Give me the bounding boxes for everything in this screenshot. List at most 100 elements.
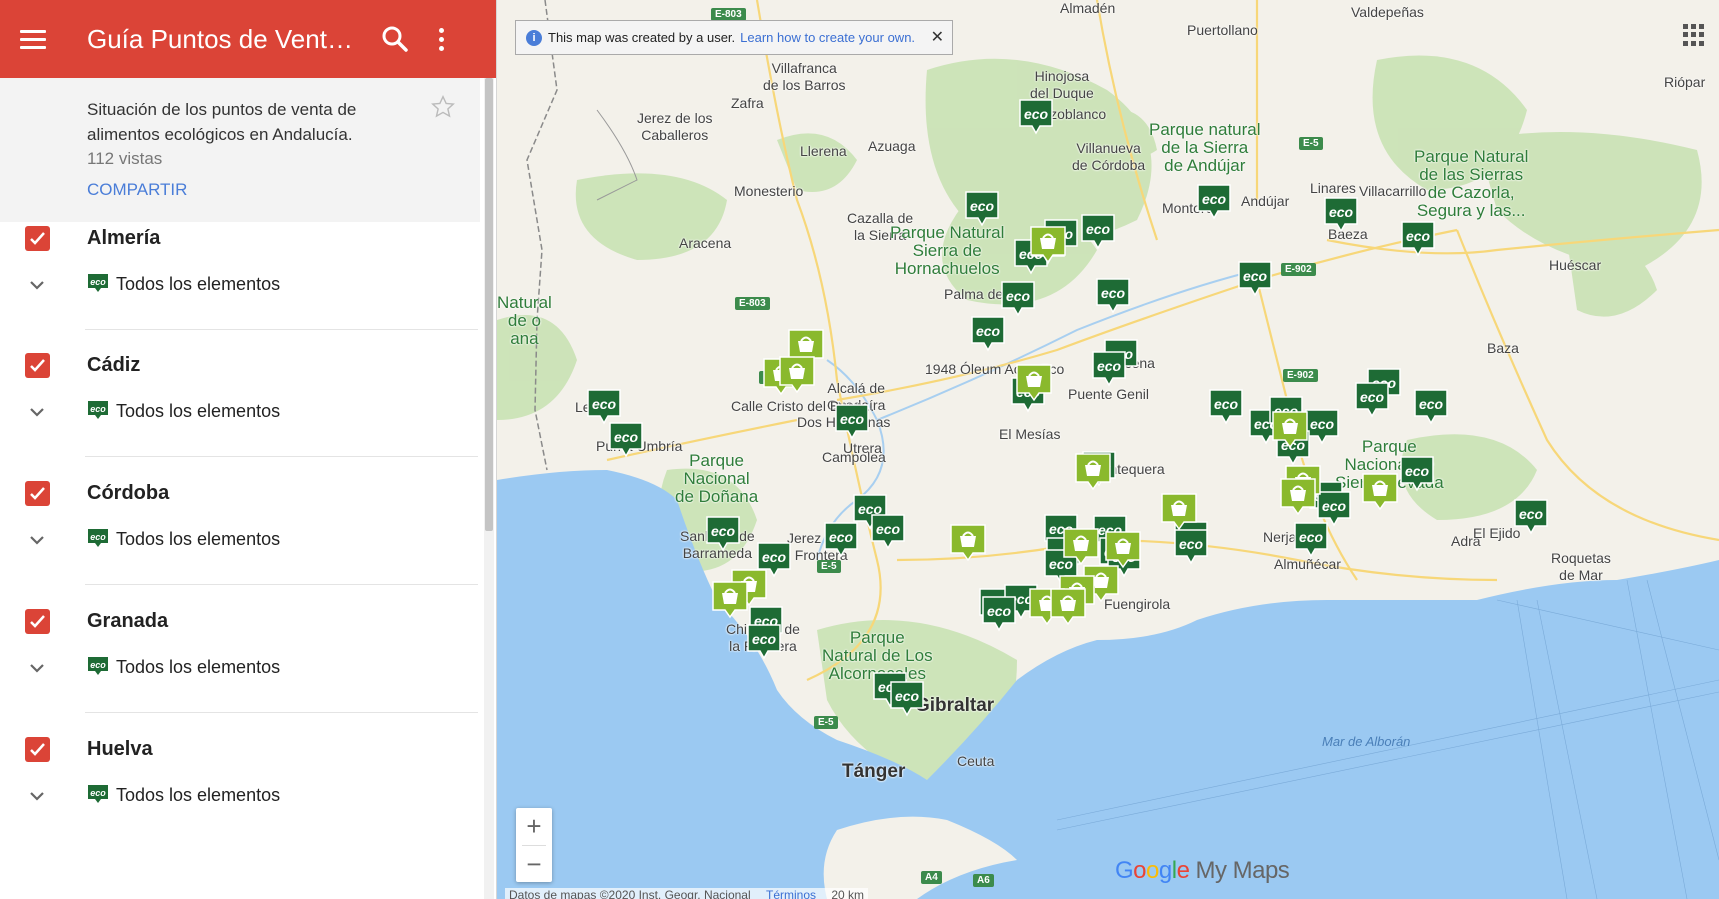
app-header: Guía Puntos de Venta Andalucía — [0, 0, 496, 78]
svg-text:eco: eco — [1101, 285, 1126, 301]
eco-marker[interactable]: eco — [706, 516, 740, 557]
place-label-campolea: Campolea — [822, 449, 886, 465]
shop-marker[interactable] — [712, 581, 748, 624]
zoom-out-button[interactable]: − — [516, 846, 552, 883]
road-badge: E-5 — [814, 716, 838, 729]
eco-marker[interactable]: eco — [1305, 409, 1339, 450]
eco-marker[interactable]: eco — [1238, 261, 1272, 302]
svg-text:eco: eco — [592, 396, 617, 412]
eco-marker[interactable]: eco — [982, 596, 1016, 637]
place-label-huescar: Huéscar — [1549, 257, 1602, 273]
menu-icon[interactable] — [20, 21, 56, 57]
chevron-down-icon[interactable] — [26, 785, 48, 807]
place-label-el_mesias: El Mesías — [999, 426, 1061, 442]
eco-marker[interactable]: eco — [1081, 214, 1115, 255]
park-label-cazorla: Parque Natural de las Sierras de Cazorla, S… — [1414, 147, 1529, 220]
eco-icon: eco — [87, 400, 109, 419]
eco-marker[interactable]: eco — [1197, 184, 1231, 225]
map-data-attribution: Datos de mapas ©2020 Inst. Geogr. Nacion… — [509, 888, 751, 899]
road-badge: E-5 — [1299, 137, 1323, 150]
eco-marker[interactable]: eco — [1092, 351, 1126, 392]
svg-text:eco: eco — [829, 529, 854, 545]
all-items-link[interactable]: Todos los elementos — [116, 274, 280, 295]
zoom-control: + − — [516, 808, 552, 882]
svg-text:eco: eco — [1406, 228, 1431, 244]
my-maps-app: Guía Puntos de Venta Andalucía Situación… — [0, 0, 1719, 899]
eco-marker[interactable]: eco — [1355, 382, 1389, 423]
shop-marker[interactable] — [1362, 473, 1398, 516]
info-icon: i — [526, 29, 542, 46]
eco-icon: eco — [87, 528, 109, 547]
scrollbar-thumb[interactable] — [485, 78, 493, 531]
eco-marker[interactable]: eco — [1001, 281, 1035, 322]
eco-marker[interactable]: eco — [1019, 99, 1053, 140]
shop-marker[interactable] — [1016, 364, 1052, 407]
close-icon[interactable]: ✕ — [931, 27, 944, 47]
eco-marker[interactable]: eco — [835, 404, 869, 445]
learn-more-link[interactable]: Learn how to create your own. — [740, 30, 915, 45]
chevron-down-icon[interactable] — [26, 657, 48, 679]
apps-grid-icon[interactable] — [1683, 24, 1705, 46]
road-badge: E-902 — [1283, 369, 1318, 382]
svg-text:eco: eco — [976, 323, 1001, 339]
eco-marker[interactable]: eco — [1514, 499, 1548, 540]
search-icon[interactable] — [378, 22, 412, 56]
layer-checkbox[interactable] — [25, 737, 50, 762]
layer-checkbox[interactable] — [25, 353, 50, 378]
place-label-puertollano: Puertollano — [1187, 22, 1258, 38]
svg-text:eco: eco — [90, 404, 106, 414]
eco-marker[interactable]: eco — [1400, 456, 1434, 497]
eco-marker[interactable]: eco — [890, 681, 924, 722]
all-items-link[interactable]: Todos los elementos — [116, 401, 280, 422]
eco-marker[interactable]: eco — [971, 316, 1005, 357]
shop-marker[interactable] — [1030, 226, 1066, 269]
zoom-in-button[interactable]: + — [516, 808, 552, 845]
eco-marker[interactable]: eco — [1414, 389, 1448, 430]
svg-text:eco: eco — [90, 788, 106, 798]
all-items-link[interactable]: Todos los elementos — [116, 657, 280, 678]
eco-marker[interactable]: eco — [1324, 197, 1358, 238]
svg-text:eco: eco — [711, 523, 736, 539]
shop-marker[interactable] — [1280, 478, 1316, 521]
all-items-link[interactable]: Todos los elementos — [116, 529, 280, 550]
eco-marker[interactable]: eco — [871, 514, 905, 555]
eco-marker[interactable]: eco — [609, 422, 643, 463]
eco-marker[interactable]: eco — [824, 522, 858, 563]
shop-marker[interactable] — [779, 356, 815, 399]
sidebar-scrollbar[interactable] — [484, 78, 494, 899]
eco-marker[interactable]: eco — [1209, 389, 1243, 430]
chevron-down-icon[interactable] — [26, 529, 48, 551]
layer-name: Córdoba — [87, 482, 170, 504]
eco-marker[interactable]: eco — [965, 191, 999, 232]
shop-marker[interactable] — [1075, 453, 1111, 496]
svg-text:eco: eco — [1086, 221, 1111, 237]
svg-text:eco: eco — [987, 603, 1012, 619]
share-button[interactable]: COMPARTIR — [87, 180, 187, 200]
map-canvas[interactable]: Villafranca de los Barros Zafra Jerez de lo… — [497, 0, 1719, 899]
view-count: 112 vistas — [87, 149, 163, 168]
map-footer: Datos de mapas ©2020 Inst. Geogr. Nacion… — [505, 888, 869, 899]
park-label-natural_lado: Natural de o ana — [497, 293, 552, 348]
eco-marker[interactable]: eco — [747, 624, 781, 665]
shop-marker[interactable] — [1161, 493, 1197, 536]
shop-marker[interactable] — [1272, 411, 1308, 454]
eco-marker[interactable]: eco — [1294, 522, 1328, 563]
svg-text:eco: eco — [1405, 463, 1430, 479]
layer-checkbox[interactable] — [25, 609, 50, 634]
place-label-mar_alboran: Mar de Alborán — [1322, 734, 1411, 749]
shop-marker[interactable] — [1050, 588, 1086, 631]
place-label-baza: Baza — [1487, 340, 1519, 356]
layer-checkbox[interactable] — [25, 226, 50, 251]
eco-marker[interactable]: eco — [1096, 278, 1130, 319]
place-label-roquetas: Roquetas de Mar — [1551, 550, 1611, 583]
chevron-down-icon[interactable] — [26, 274, 48, 296]
star-icon[interactable] — [430, 94, 460, 124]
eco-marker[interactable]: eco — [1401, 221, 1435, 262]
terms-link[interactable]: Términos — [766, 888, 816, 899]
more-options-icon[interactable] — [429, 22, 453, 56]
place-label-jerez_caballeros: Jerez de los Caballeros — [637, 110, 713, 143]
all-items-link[interactable]: Todos los elementos — [116, 785, 280, 806]
shop-marker[interactable] — [950, 524, 986, 567]
chevron-down-icon[interactable] — [26, 401, 48, 423]
layer-checkbox[interactable] — [25, 481, 50, 506]
